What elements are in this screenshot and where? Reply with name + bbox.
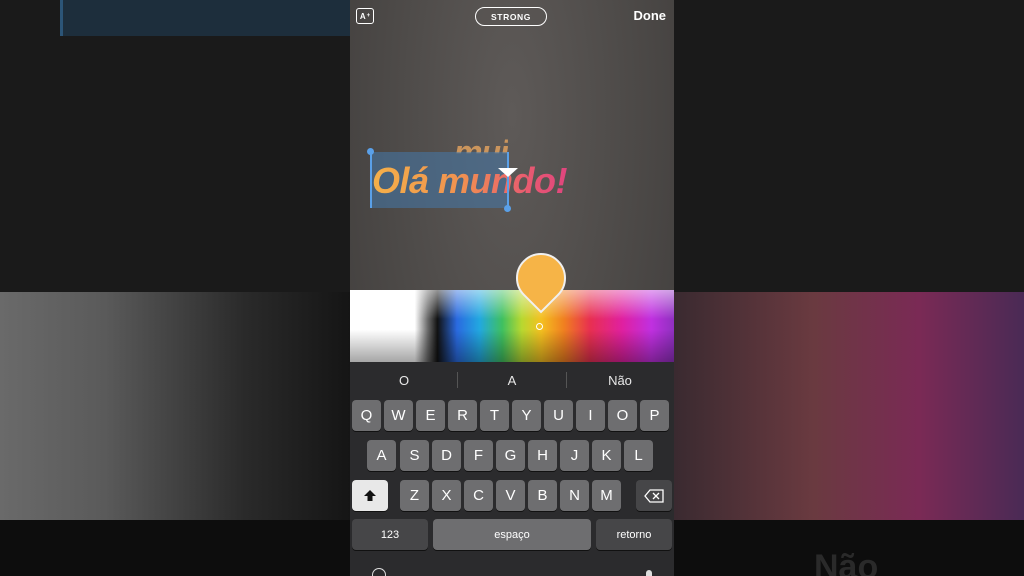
selection-start-handle[interactable] bbox=[367, 148, 374, 208]
key-w[interactable]: W bbox=[384, 400, 413, 431]
key-o[interactable]: O bbox=[608, 400, 637, 431]
blurred-selection-strip bbox=[60, 0, 350, 36]
key-c[interactable]: C bbox=[464, 480, 493, 511]
blurred-suggestion-text: Não bbox=[814, 548, 879, 576]
key-n[interactable]: N bbox=[560, 480, 589, 511]
numbers-key[interactable]: 123 bbox=[352, 519, 428, 550]
key-d[interactable]: D bbox=[432, 440, 461, 471]
key-r[interactable]: R bbox=[448, 400, 477, 431]
key-m[interactable]: M bbox=[592, 480, 621, 511]
key-u[interactable]: U bbox=[544, 400, 573, 431]
suggestion-item[interactable]: O bbox=[350, 362, 458, 398]
keyboard: O A Não Q W E R T Y U I O P A S D F G H … bbox=[350, 362, 674, 576]
key-s[interactable]: S bbox=[400, 440, 429, 471]
text-size-icon: A bbox=[359, 11, 366, 21]
return-key[interactable]: retorno bbox=[596, 519, 672, 550]
key-t[interactable]: T bbox=[480, 400, 509, 431]
mic-icon[interactable] bbox=[646, 570, 652, 576]
suggestion-item[interactable]: A bbox=[458, 362, 566, 398]
key-g[interactable]: G bbox=[496, 440, 525, 471]
suggestion-bar: O A Não bbox=[350, 362, 674, 398]
key-i[interactable]: I bbox=[576, 400, 605, 431]
backspace-icon bbox=[644, 488, 664, 503]
key-x[interactable]: X bbox=[432, 480, 461, 511]
key-p[interactable]: P bbox=[640, 400, 669, 431]
key-q[interactable]: Q bbox=[352, 400, 381, 431]
color-picker-target bbox=[536, 323, 543, 330]
story-text-editor: A+ STRONG Done mui Olá mundo! O A Não Q … bbox=[350, 0, 674, 576]
shift-key[interactable] bbox=[352, 480, 388, 511]
done-button[interactable]: Done bbox=[634, 8, 667, 23]
key-z[interactable]: Z bbox=[400, 480, 429, 511]
top-toolbar: A + STRONG Done bbox=[350, 0, 674, 34]
selection-end-handle[interactable] bbox=[504, 152, 511, 212]
font-size-button[interactable]: A + bbox=[356, 8, 374, 24]
key-j[interactable]: J bbox=[560, 440, 589, 471]
blurred-background-left bbox=[0, 0, 350, 576]
key-l[interactable]: L bbox=[624, 440, 653, 471]
key-h[interactable]: H bbox=[528, 440, 557, 471]
suggestion-item[interactable]: Não bbox=[566, 362, 674, 398]
key-k[interactable]: K bbox=[592, 440, 621, 471]
text-style-button[interactable]: STRONG bbox=[475, 7, 547, 26]
backspace-key[interactable] bbox=[636, 480, 672, 511]
blurred-background-right: Não bbox=[674, 0, 1024, 576]
space-key[interactable]: espaço bbox=[433, 519, 591, 550]
key-f[interactable]: F bbox=[464, 440, 493, 471]
shift-icon bbox=[364, 489, 376, 501]
key-e[interactable]: E bbox=[416, 400, 445, 431]
text-cursor-marker bbox=[498, 168, 518, 177]
color-gradient-picker[interactable] bbox=[350, 290, 674, 362]
story-text[interactable]: Olá mundo! bbox=[372, 160, 568, 202]
key-b[interactable]: B bbox=[528, 480, 557, 511]
globe-icon[interactable] bbox=[372, 568, 386, 576]
key-v[interactable]: V bbox=[496, 480, 525, 511]
key-y[interactable]: Y bbox=[512, 400, 541, 431]
key-a[interactable]: A bbox=[367, 440, 396, 471]
